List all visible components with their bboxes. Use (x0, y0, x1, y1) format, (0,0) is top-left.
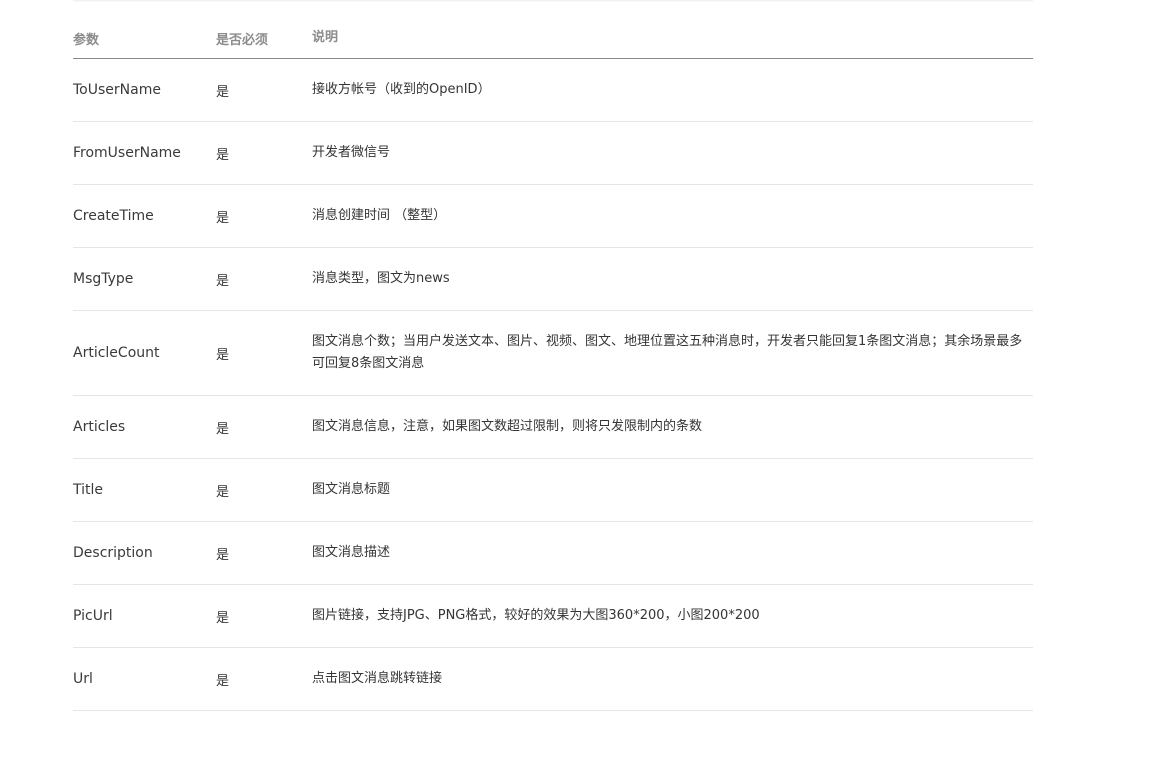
param-name: Url (73, 671, 93, 687)
param-name: Title (73, 482, 104, 498)
table-row: PicUrl 是 图片链接，支持JPG、PNG格式，较好的效果为大图360*20… (73, 585, 1033, 648)
table-row: ArticleCount 是 图文消息个数；当用户发送文本、图片、视频、图文、地… (73, 311, 1033, 396)
param-description: 图文消息信息，注意，如果图文数超过限制，则将只发限制内的条数 (312, 419, 703, 434)
param-required: 是 (216, 673, 230, 689)
param-name: Description (73, 545, 153, 561)
table-row: Description 是 图文消息描述 (73, 522, 1033, 585)
param-name: ToUserName (73, 82, 161, 98)
param-description: 接收方帐号（收到的OpenID） (312, 82, 491, 97)
param-required: 是 (216, 273, 230, 289)
param-required: 是 (216, 547, 230, 563)
param-name: FromUserName (73, 145, 181, 161)
table-row: ToUserName 是 接收方帐号（收到的OpenID） (73, 59, 1033, 122)
param-description: 图文消息个数；当用户发送文本、图片、视频、图文、地理位置这五种消息时，开发者只能… (312, 334, 1023, 371)
param-required: 是 (216, 147, 230, 163)
param-required: 是 (216, 84, 230, 100)
param-description: 消息创建时间 （整型） (312, 208, 447, 223)
param-description: 图文消息描述 (312, 545, 391, 560)
param-description: 图文消息标题 (312, 482, 391, 497)
table-row: Title 是 图文消息标题 (73, 459, 1033, 522)
table-row: Url 是 点击图文消息跳转链接 (73, 648, 1033, 711)
param-description: 图片链接，支持JPG、PNG格式，较好的效果为大图360*200，小图200*2… (312, 608, 760, 623)
table-row: Articles 是 图文消息信息，注意，如果图文数超过限制，则将只发限制内的条… (73, 396, 1033, 459)
table-row: MsgType 是 消息类型，图文为news (73, 248, 1033, 311)
param-name: PicUrl (73, 608, 113, 624)
param-name: CreateTime (73, 208, 154, 224)
param-required: 是 (216, 484, 230, 500)
param-required: 是 (216, 347, 230, 363)
param-required: 是 (216, 210, 230, 226)
param-name: ArticleCount (73, 345, 160, 361)
param-name: Articles (73, 419, 126, 435)
param-name: MsgType (73, 271, 134, 287)
param-required: 是 (216, 610, 230, 626)
parameter-table: 参数 是否必须 说明 ToUserName 是 接收方帐号（收到的OpenID）… (73, 18, 1033, 711)
header-description: 说明 (312, 30, 339, 45)
param-required: 是 (216, 421, 230, 437)
header-param: 参数 (73, 32, 100, 48)
table-row: FromUserName 是 开发者微信号 (73, 122, 1033, 185)
param-description: 开发者微信号 (312, 145, 391, 160)
table-row: CreateTime 是 消息创建时间 （整型） (73, 185, 1033, 248)
header-required: 是否必须 (216, 32, 269, 48)
top-divider (73, 0, 1033, 2)
table-header: 参数 是否必须 说明 (73, 18, 1033, 59)
param-description: 点击图文消息跳转链接 (312, 671, 443, 686)
param-description: 消息类型，图文为news (312, 271, 450, 286)
